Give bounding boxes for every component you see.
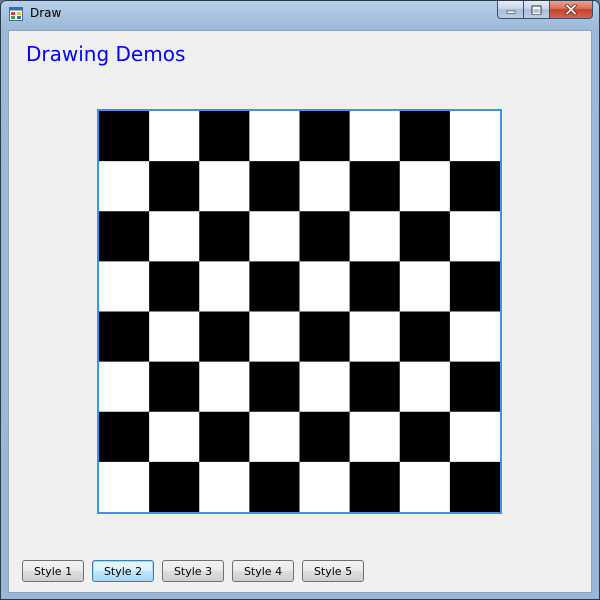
board-square-light (399, 461, 451, 512)
board-square-dark (249, 361, 301, 413)
checkerboard-drawing (99, 111, 500, 512)
board-square-light (249, 311, 301, 363)
board-square-dark (199, 211, 250, 262)
window-title: Draw (30, 6, 62, 20)
board-square-light (199, 461, 250, 512)
board-square-dark (99, 311, 150, 363)
board-square-light (349, 411, 401, 463)
board-square-dark (99, 411, 150, 463)
board-square-light (349, 211, 401, 262)
board-square-light (349, 311, 401, 363)
board-square-light (149, 211, 200, 262)
board-square-dark (399, 211, 451, 262)
board-square-dark (299, 211, 351, 262)
maximize-button[interactable] (523, 1, 549, 19)
board-square-light (299, 161, 351, 212)
board-square-dark (449, 261, 500, 313)
board-square-light (399, 161, 451, 212)
board-square-dark (99, 211, 150, 262)
board-square-light (149, 311, 200, 363)
caption-buttons (497, 1, 593, 20)
board-square-light (399, 361, 451, 413)
board-square-light (99, 161, 150, 212)
board-square-dark (399, 411, 451, 463)
board-square-dark (99, 111, 150, 162)
board-square-light (449, 411, 500, 463)
checkerboard-canvas[interactable] (97, 109, 502, 514)
board-square-dark (449, 461, 500, 512)
board-square-light (449, 311, 500, 363)
board-square-light (249, 111, 301, 162)
style-2-button[interactable]: Style 2 (92, 560, 154, 582)
board-square-light (149, 111, 200, 162)
close-icon (565, 4, 577, 15)
draw-window: Draw Drawing Demos Style 1 Style 2 Style… (0, 0, 600, 600)
board-square-dark (349, 361, 401, 413)
minimize-icon (506, 10, 515, 14)
board-square-light (99, 261, 150, 313)
board-square-light (449, 211, 500, 262)
board-square-light (199, 261, 250, 313)
board-square-light (449, 111, 500, 162)
board-square-dark (449, 361, 500, 413)
board-square-dark (349, 161, 401, 212)
board-square-light (299, 261, 351, 313)
style-4-button[interactable]: Style 4 (232, 560, 294, 582)
close-button[interactable] (549, 1, 593, 19)
board-square-dark (449, 161, 500, 212)
board-square-light (349, 111, 401, 162)
board-square-light (249, 411, 301, 463)
board-square-dark (349, 461, 401, 512)
app-form-icon[interactable] (9, 7, 23, 21)
board-square-light (249, 211, 301, 262)
board-square-dark (249, 261, 301, 313)
style-3-button[interactable]: Style 3 (162, 560, 224, 582)
board-square-dark (249, 461, 301, 512)
board-square-dark (399, 111, 451, 162)
board-square-dark (149, 161, 200, 212)
board-square-dark (149, 261, 200, 313)
board-square-dark (149, 461, 200, 512)
form-client-area: Drawing Demos Style 1 Style 2 Style 3 St… (8, 30, 592, 593)
board-square-light (299, 461, 351, 512)
board-square-dark (299, 311, 351, 363)
board-square-dark (149, 361, 200, 413)
board-square-light (99, 461, 150, 512)
board-square-dark (299, 111, 351, 162)
board-square-dark (199, 411, 250, 463)
title-bar[interactable]: Draw (1, 1, 599, 27)
board-square-dark (399, 311, 451, 363)
board-square-light (399, 261, 451, 313)
board-square-light (149, 411, 200, 463)
minimize-button[interactable] (497, 1, 523, 19)
board-square-dark (249, 161, 301, 212)
board-square-light (99, 361, 150, 413)
maximize-icon (531, 5, 542, 14)
board-square-dark (349, 261, 401, 313)
board-square-dark (199, 311, 250, 363)
page-title: Drawing Demos (26, 42, 186, 66)
board-square-light (199, 161, 250, 212)
style-1-button[interactable]: Style 1 (22, 560, 84, 582)
board-square-dark (199, 111, 250, 162)
board-square-dark (299, 411, 351, 463)
style-5-button[interactable]: Style 5 (302, 560, 364, 582)
board-square-light (199, 361, 250, 413)
board-square-light (299, 361, 351, 413)
